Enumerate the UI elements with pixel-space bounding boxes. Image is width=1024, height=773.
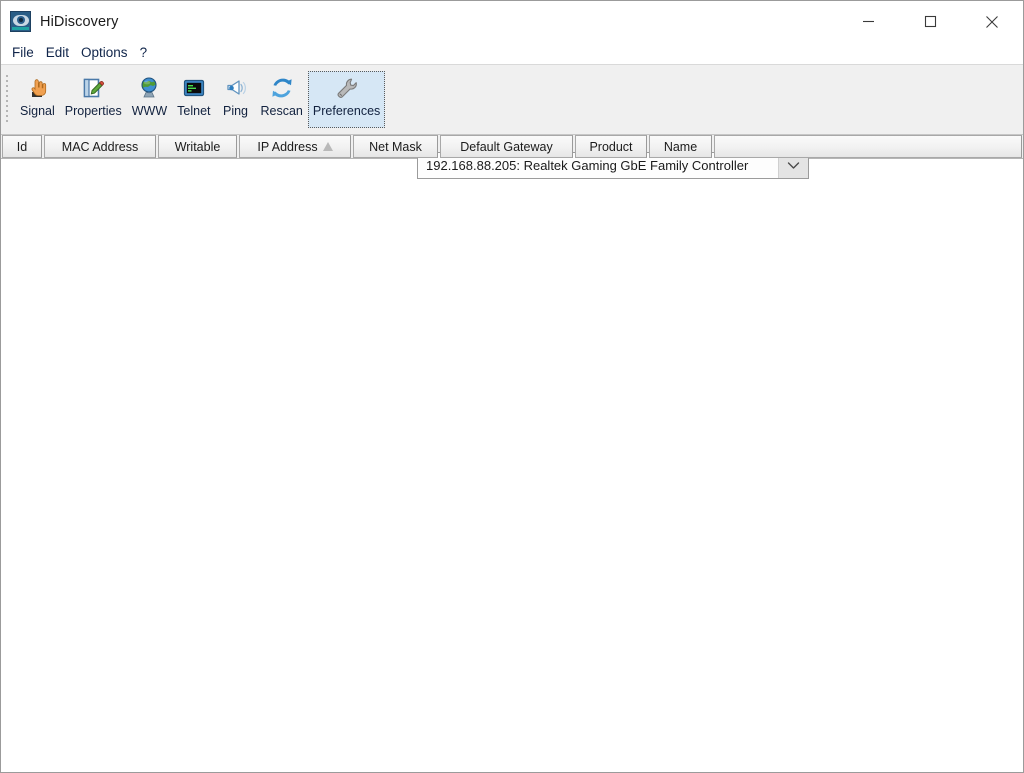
device-list-header: Id MAC Address Writable IP Address Net M… [1,135,1023,159]
www-label: WWW [131,104,168,118]
window-title: HiDiscovery [40,13,119,30]
column-header-writable[interactable]: Writable [158,135,237,158]
column-label: Id [16,139,28,154]
menu-options[interactable]: Options [77,43,136,64]
column-header-product[interactable]: Product [575,135,647,158]
column-header-filler [714,135,1022,158]
www-button[interactable]: WWW [127,71,172,128]
menu-bar: File Edit Options ? [1,42,1023,65]
wrench-icon [333,74,361,102]
device-list-body[interactable] [1,159,1023,772]
properties-label: Properties [64,104,122,118]
sort-ascending-icon [322,142,333,151]
toolbar: Signal Properties WWW Telnet Ping Rescan… [1,65,1023,179]
column-label: Writable [174,139,221,154]
telnet-label: Telnet [177,104,211,118]
window-controls [837,1,1023,42]
menu-edit[interactable]: Edit [42,43,77,64]
column-label: Product [589,139,633,154]
column-label: IP Address [257,139,318,154]
column-header-net-mask[interactable]: Net Mask [353,135,438,158]
column-label: Name [663,139,698,154]
rescan-label: Rescan [260,104,303,118]
refresh-arrows-icon [268,74,296,102]
document-pencil-icon [79,74,107,102]
minimize-button[interactable] [837,1,899,42]
hidiscovery-window: HiDiscovery File Edit Options ? Signal P… [0,0,1024,773]
eye-icon [10,11,31,32]
properties-button[interactable]: Properties [60,71,127,128]
column-header-id[interactable]: Id [2,135,42,158]
rescan-button[interactable]: Rescan [256,71,308,128]
menu-help[interactable]: ? [136,43,154,64]
column-header-mac-address[interactable]: MAC Address [44,135,156,158]
column-header-default-gateway[interactable]: Default Gateway [440,135,573,158]
toolbar-grip-handle[interactable] [4,72,13,124]
column-header-ip-address[interactable]: IP Address [239,135,351,158]
ping-label: Ping [222,104,249,118]
title-bar: HiDiscovery [1,1,1023,42]
toolbar-buttons: Signal Properties WWW Telnet Ping Rescan… [15,65,386,128]
network-adapter-value: 192.168.88.205: Realtek Gaming GbE Famil… [426,158,749,173]
maximize-button[interactable] [899,1,961,42]
hand-pointer-icon [23,74,51,102]
column-label: Default Gateway [460,139,553,154]
preferences-button[interactable]: Preferences [307,71,386,128]
column-header-name[interactable]: Name [649,135,712,158]
terminal-monitor-icon [180,74,208,102]
title-bar-left: HiDiscovery [1,11,118,32]
megaphone-icon [222,74,250,102]
telnet-button[interactable]: Telnet [172,71,215,128]
column-label: MAC Address [61,139,139,154]
signal-label: Signal [20,104,55,118]
close-button[interactable] [961,1,1023,42]
globe-icon [135,74,163,102]
menu-file[interactable]: File [8,43,42,64]
ping-button[interactable]: Ping [216,71,256,128]
column-label: Net Mask [369,139,422,154]
preferences-label: Preferences [312,104,381,118]
signal-button[interactable]: Signal [15,71,60,128]
